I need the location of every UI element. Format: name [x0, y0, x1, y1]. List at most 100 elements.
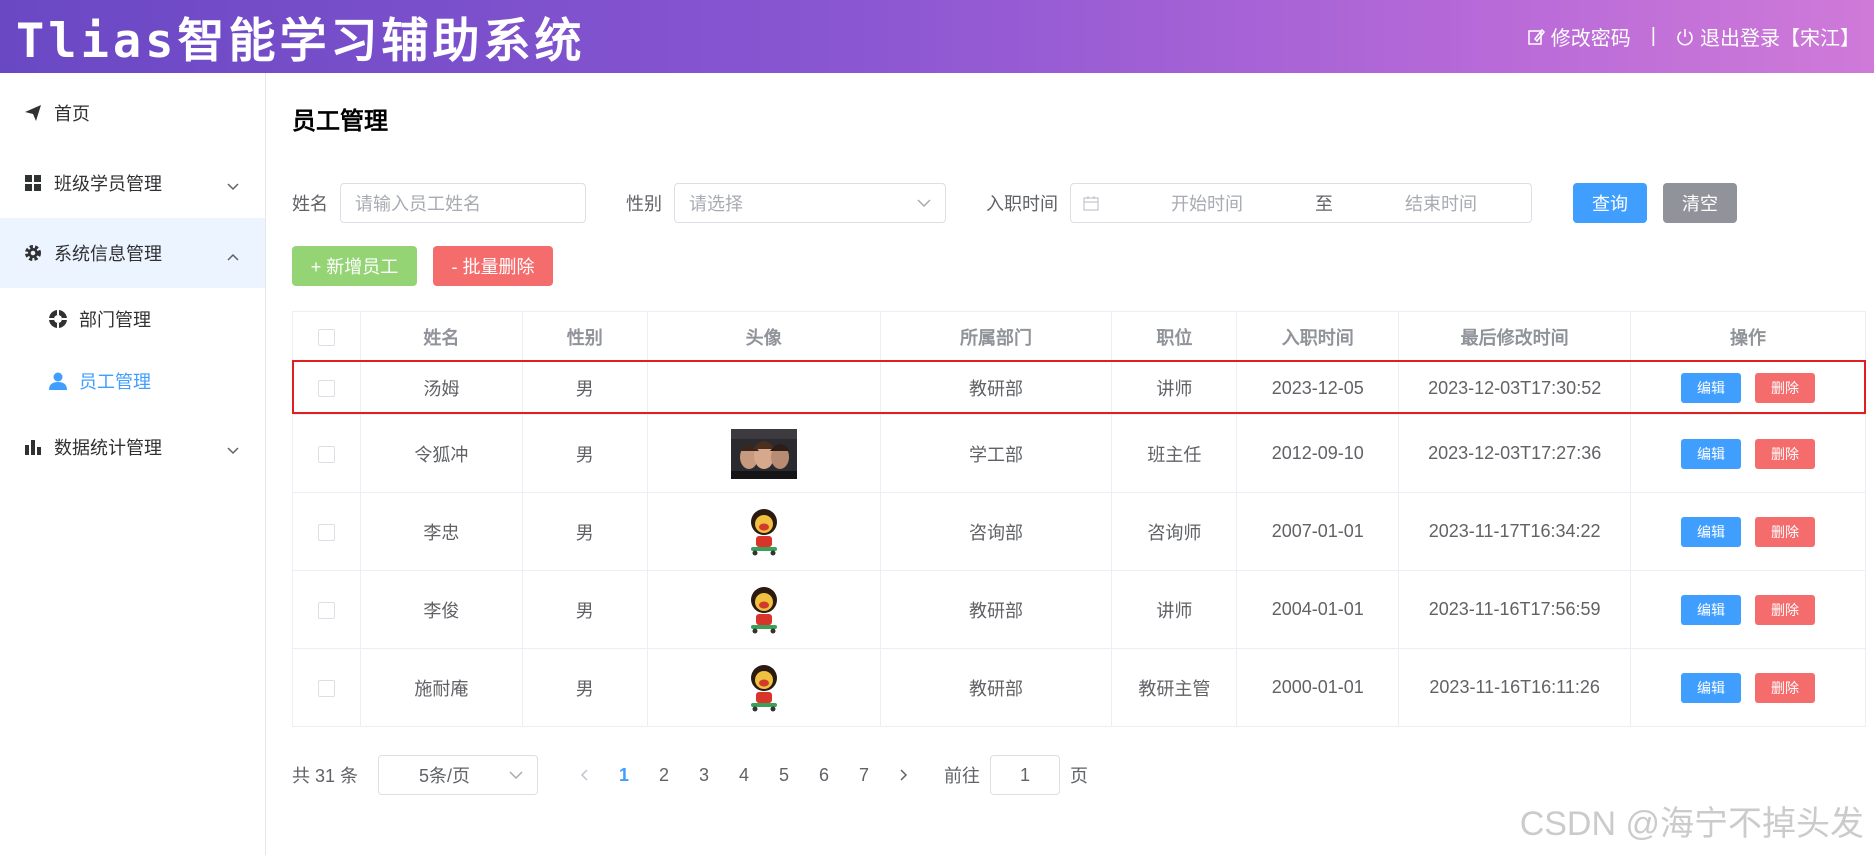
gender-select-placeholder: 请选择 — [689, 194, 743, 214]
change-password-link[interactable]: 修改密码 — [1527, 22, 1631, 51]
row-select-cell — [292, 361, 361, 415]
employee-updated-time: 2023-12-03T17:27:36 — [1398, 414, 1632, 493]
chevron-right-icon — [900, 768, 908, 781]
entry-date-label: 入职时间 — [986, 194, 1058, 214]
sidebar-item-home[interactable]: 首页 — [0, 78, 265, 148]
page-number[interactable]: 3 — [684, 765, 724, 786]
row-checkbox[interactable] — [317, 679, 335, 697]
column-header[interactable]: 职位 — [1111, 311, 1238, 362]
column-header[interactable]: 头像 — [647, 311, 881, 362]
top-header: Tlias智能学习辅助系统 修改密码 | 退出登录【宋江】 — [0, 0, 1874, 73]
sidebar-item-label: 班级学员管理 — [54, 174, 162, 194]
page-number[interactable]: 2 — [644, 765, 684, 786]
employee-dept: 教研部 — [880, 361, 1113, 415]
delete-button[interactable]: 删除 — [1755, 516, 1816, 547]
employee-entry-date: 2004-01-01 — [1236, 570, 1400, 649]
gender-label: 性别 — [626, 194, 662, 214]
delete-button[interactable]: 删除 — [1755, 438, 1816, 469]
chevron-up-icon — [227, 245, 239, 266]
employee-entry-date: 2007-01-01 — [1236, 492, 1400, 571]
clear-button[interactable]: 清空 — [1663, 183, 1737, 223]
delete-button[interactable]: 删除 — [1755, 672, 1816, 703]
sidebar-item-label: 数据统计管理 — [54, 438, 162, 458]
page-size-select[interactable]: 5条/页 — [378, 755, 539, 795]
row-checkbox[interactable] — [317, 380, 335, 398]
employee-avatar-cell — [647, 648, 881, 727]
page-number[interactable]: 5 — [764, 765, 804, 786]
sidebar-item-dept-management[interactable]: 部门管理 — [0, 288, 265, 350]
total-count: 共 31 条 — [292, 766, 359, 786]
sidebar-item-label: 部门管理 — [79, 310, 151, 330]
watermark: CSDN @海宁不掉头发 — [1519, 805, 1864, 843]
employee-name: 汤姆 — [360, 361, 523, 415]
column-header[interactable]: 姓名 — [360, 311, 523, 362]
query-button[interactable]: 查询 — [1573, 183, 1647, 223]
avatar-cartoon — [750, 664, 777, 711]
column-header[interactable]: 入职时间 — [1236, 311, 1400, 362]
name-label: 姓名 — [292, 194, 328, 214]
row-select-cell — [292, 414, 361, 493]
employee-avatar-cell — [647, 570, 881, 649]
bar-chart-icon — [22, 436, 44, 458]
sidebar-item-system-info[interactable]: 系统信息管理 — [0, 218, 265, 288]
page-number[interactable]: 4 — [724, 765, 764, 786]
select-all-checkbox[interactable] — [317, 328, 335, 346]
logout-label: 退出登录【宋江】 — [1700, 28, 1860, 50]
delete-button[interactable]: 删除 — [1755, 373, 1816, 403]
table-row: 李俊 男 教研部 讲师 2004-01-01 2023-11-16T17:56:… — [292, 570, 1866, 649]
sidebar-item-data-stats[interactable]: 数据统计管理 — [0, 412, 265, 482]
prev-page-button[interactable] — [564, 765, 604, 786]
row-actions: 编辑 删除 — [1630, 414, 1866, 493]
sidebar-item-class-students[interactable]: 班级学员管理 — [0, 148, 265, 218]
start-date-placeholder[interactable]: 开始时间 — [1137, 190, 1277, 216]
sidebar: 首页 班级学员管理 系统信息管理 部门管理 员工管理 数据统计管理 — [0, 73, 266, 855]
table-row: 李忠 男 咨询部 咨询师 2007-01-01 2023-11-17T16:34… — [292, 492, 1866, 571]
employee-gender: 男 — [522, 570, 648, 649]
end-date-placeholder[interactable]: 结束时间 — [1371, 190, 1511, 216]
name-search-input[interactable]: 请输入员工姓名 — [340, 183, 586, 223]
range-separator: 至 — [1315, 194, 1333, 214]
column-header[interactable]: 所属部门 — [880, 311, 1113, 362]
chevron-left-icon — [580, 768, 588, 781]
user-icon — [47, 370, 69, 392]
gender-select[interactable]: 请选择 — [674, 183, 946, 223]
edit-button[interactable]: 编辑 — [1681, 373, 1742, 403]
delete-button[interactable]: 删除 — [1755, 594, 1816, 625]
employee-dept: 教研部 — [880, 570, 1113, 649]
employee-job: 教研主管 — [1111, 648, 1238, 727]
column-header[interactable]: 性别 — [522, 311, 648, 362]
paper-plane-icon — [22, 102, 44, 124]
page-number[interactable]: 6 — [804, 765, 844, 786]
employee-gender: 男 — [522, 492, 648, 571]
column-header[interactable]: 最后修改时间 — [1398, 311, 1632, 362]
edit-button[interactable]: 编辑 — [1681, 594, 1742, 625]
employee-dept: 学工部 — [880, 414, 1113, 493]
sidebar-item-label: 员工管理 — [79, 372, 151, 392]
page-number[interactable]: 1 — [604, 765, 644, 786]
employee-name: 施耐庵 — [360, 648, 523, 727]
table-row: 令狐冲 男 学工部 班主任 2012-09-10 2023-12-03T17:2… — [292, 414, 1866, 493]
next-page-button[interactable] — [884, 765, 924, 786]
select-all-cell — [292, 311, 361, 362]
employee-job: 班主任 — [1111, 414, 1238, 493]
logout-link[interactable]: 退出登录【宋江】 — [1676, 22, 1860, 51]
entry-date-range-picker[interactable]: 开始时间 至 结束时间 — [1070, 183, 1532, 223]
employee-entry-date: 2012-09-10 — [1236, 414, 1400, 493]
search-form: 姓名 请输入员工姓名 性别 请选择 入职时间 开始时间 至 结束时间 查询 清空 — [292, 183, 1737, 223]
page-number[interactable]: 7 — [844, 765, 884, 786]
employee-dept: 教研部 — [880, 648, 1113, 727]
employee-avatar-cell — [647, 414, 881, 493]
table-header-row: 姓名 性别 头像 所属部门 职位 入职时间 最后修改时间 操作 — [292, 311, 1866, 362]
edit-button[interactable]: 编辑 — [1681, 516, 1742, 547]
edit-button[interactable]: 编辑 — [1681, 672, 1742, 703]
row-checkbox[interactable] — [317, 601, 335, 619]
sidebar-item-employee-management[interactable]: 员工管理 — [0, 350, 265, 412]
edit-button[interactable]: 编辑 — [1681, 438, 1742, 469]
batch-delete-button[interactable]: - 批量删除 — [433, 246, 553, 286]
column-header[interactable]: 操作 — [1630, 311, 1866, 362]
employee-updated-time: 2023-12-03T17:30:52 — [1398, 361, 1632, 415]
goto-page-input[interactable]: 1 — [990, 755, 1061, 795]
add-employee-button[interactable]: + 新增员工 — [292, 246, 417, 286]
row-checkbox[interactable] — [317, 445, 335, 463]
row-checkbox[interactable] — [317, 523, 335, 541]
